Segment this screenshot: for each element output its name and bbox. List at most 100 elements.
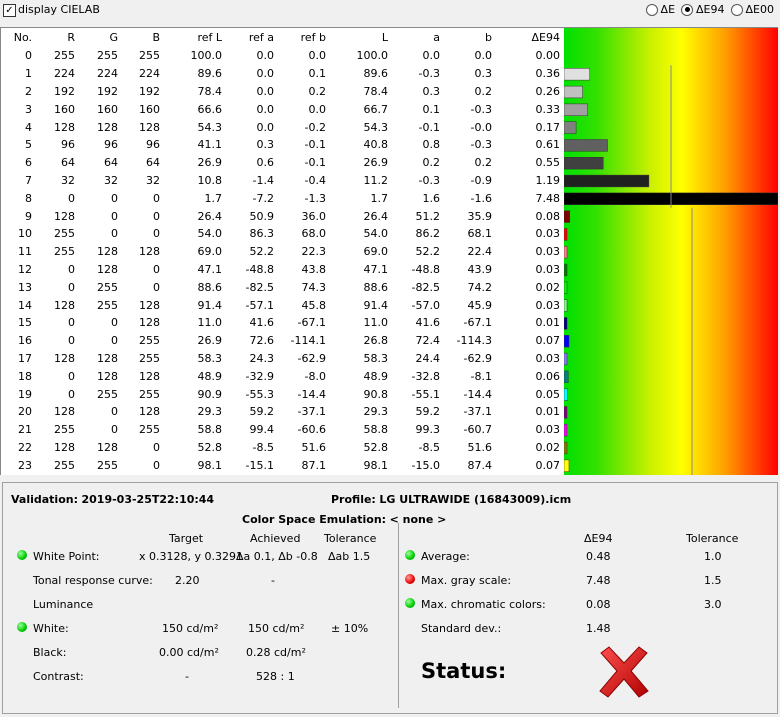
table-cell: 68.1 [467,227,493,241]
table-cell: 0.0 [256,102,275,116]
delta-e-bar [563,157,604,170]
table-cell: 255 [54,245,75,259]
table-cell: 160 [54,102,75,116]
table-cell: 128 [139,120,160,134]
table-cell: -0.3 [418,67,440,81]
table-cell: 0.02 [535,440,561,454]
delta-e-bar [563,388,568,401]
col-header: a [433,31,440,44]
table-cell: 0 [153,209,160,223]
table-cell: 0.03 [535,262,561,276]
table-row: 13 0 255 0 88.6 -82.5 74.3 88.6 -82.5 74.2 0.02 [1,278,560,296]
table-cell: 255 [97,49,118,63]
table-cell: 0.0 [256,67,275,81]
measurement-table: No. R G Bref Lref a ref b La b ΔE94 0 255 255 255 1… [0,27,565,475]
table-cell: 128 [97,245,118,259]
table-row: 9 128 0 0 26.4 50.9 36.0 26.4 51.2 35.9 0.08 [1,207,560,225]
max-gray-tolerance: 1.5 [704,574,722,587]
display-cielab-checkbox[interactable]: ✓ [3,4,16,17]
table-cell: 0.00 [535,49,561,63]
table-cell: 86.3 [249,227,275,241]
table-cell: 255 [139,387,160,401]
radio-de00[interactable]: ΔE00 [730,3,774,16]
luminance-label: Luminance [33,598,94,611]
table-cell: -32.9 [245,369,274,383]
col-header: R [67,31,75,44]
table-cell: 255 [139,423,160,437]
delta-e-bar [563,281,568,294]
table-cell: 255 [54,227,75,241]
table-cell: 98.1 [363,458,389,472]
table-cell: 32 [146,173,160,187]
table-cell: 0.2 [422,156,441,170]
table-cell: 0 [68,387,75,401]
table-cell: 26.9 [197,156,223,170]
table-cell: -67.1 [463,316,492,330]
table-cell: -15.0 [411,458,440,472]
table-cell: -37.1 [463,405,492,419]
table-cell: 0 [153,227,160,241]
table-cell: 255 [97,298,118,312]
table-cell: 128 [54,351,75,365]
table-cell: -0.1 [304,156,326,170]
table-cell: 16 [18,334,32,348]
table-row: 7 32 32 32 10.8 -1.4 -0.4 11.2 -0.3 -0.9 1.19 [1,172,560,190]
table-cell: 10 [18,227,32,241]
table-cell: 20 [18,405,32,419]
col-header: ΔE94 [531,31,560,44]
radio-de94[interactable]: ΔE94 [681,3,725,16]
delta-e-bar-chart [563,27,779,475]
table-cell: -48.8 [411,262,440,276]
radio-de[interactable]: ΔE [645,3,675,16]
table-cell: 47.1 [197,262,223,276]
average-value: 0.48 [586,550,611,563]
table-cell: 128 [54,120,75,134]
trc-label: Tonal response curve: [33,574,153,587]
table-cell: -0.1 [418,120,440,134]
contrast-achieved: 528 : 1 [256,670,295,683]
profile-row: Profile: LG ULTRAWIDE (16843009).icm [331,493,572,506]
table-cell: 0 [68,262,75,276]
display-cielab-label[interactable]: display CIELAB [18,3,100,16]
col-header: No. [13,31,32,44]
col-header: b [485,31,492,44]
table-cell: 32 [104,173,118,187]
table-cell: -82.5 [411,280,440,294]
table-cell: 10.8 [197,173,223,187]
table-cell: 0.0 [256,84,275,98]
table-cell: 1.7 [204,191,223,205]
table-cell: 4 [25,120,32,134]
table-row: 1 224 224 224 89.6 0.0 0.1 89.6 -0.3 0.3 0.36 [1,65,560,83]
delta-e-bars-svg [563,65,779,475]
table-cell: 68.0 [301,227,327,241]
table-cell: 91.4 [363,298,389,312]
white-lum-status-led [17,622,27,632]
table-cell: 1.19 [535,173,561,187]
table-cell: 192 [54,84,75,98]
col-header: ref b [300,31,326,44]
table-cell: 88.6 [363,280,389,294]
table-cell: 96 [61,138,75,152]
table-row: 18 0 128 128 48.9 -32.9 -8.0 48.9 -32.8 -8.1 0.06 [1,367,560,385]
table-cell: 128 [54,405,75,419]
table-cell: -114.1 [290,334,326,348]
delta-e-bar [563,121,577,134]
table-row: 20 128 0 128 29.3 59.2 -37.1 29.3 59.2 -37.1 0.01 [1,403,560,421]
table-header-row: No. R G Bref L ref a ref b La b ΔE94 [1,28,560,47]
delta-e-bar [563,459,570,472]
delta-e-radio-group: ΔE ΔE94 ΔE00 [645,3,774,16]
table-cell: 51.6 [467,440,493,454]
delta-e-bar [563,68,590,81]
table-cell: 0 [68,316,75,330]
table-row: 15 0 0 128 11.0 41.6 -67.1 11.0 41.6 -67.1 0.01 [1,314,560,332]
table-cell: 5 [25,138,32,152]
table-cell: 26.9 [197,334,223,348]
table-cell: 0.0 [308,102,327,116]
std-dev-value: 1.48 [586,622,611,635]
table-cell: 7.48 [535,191,561,205]
delta-e-bar [563,406,568,419]
table-cell: 54.3 [197,120,223,134]
table-cell: 0.3 [474,67,493,81]
table-row: 22 128 128 0 52.8 -8.5 51.6 52.8 -8.5 51.6 0.02 [1,439,560,457]
table-cell: 128 [54,209,75,223]
